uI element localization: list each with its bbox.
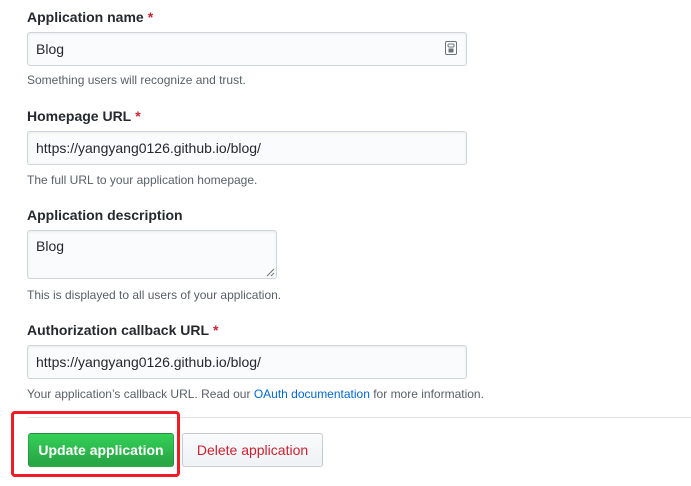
required-mark: *: [213, 322, 219, 338]
callback-url-label-text: Authorization callback URL: [27, 322, 210, 338]
callback-url-label: Authorization callback URL *: [27, 321, 527, 339]
callback-note-prefix: Your application’s callback URL. Read ou…: [27, 387, 254, 401]
form-divider: [27, 417, 691, 418]
oauth-documentation-link[interactable]: OAuth documentation: [254, 387, 370, 401]
password-manager-icon[interactable]: [445, 41, 457, 55]
homepage-url-label-text: Homepage URL: [27, 108, 132, 124]
update-application-button[interactable]: Update application: [28, 433, 174, 467]
app-description-label-text: Application description: [27, 207, 183, 223]
app-name-input[interactable]: [27, 32, 467, 66]
app-name-group: Application name* Something users will r…: [27, 8, 467, 88]
homepage-url-label: Homepage URL *: [27, 107, 467, 125]
oauth-app-settings-form: Application name* Something users will r…: [0, 0, 691, 486]
required-mark: *: [135, 108, 141, 124]
app-description-note: This is displayed to all users of your a…: [27, 288, 282, 302]
callback-url-group: Authorization callback URL* Your applica…: [27, 321, 527, 411]
callback-note-suffix: for more information.: [369, 387, 484, 401]
app-description-group: Application description Blog This is dis…: [27, 206, 467, 306]
homepage-url-group: Homepage URL* The full URL to your appli…: [27, 107, 467, 187]
resize-grip-icon[interactable]: [266, 268, 275, 277]
homepage-url-input[interactable]: [27, 131, 467, 165]
app-description-textarea[interactable]: Blog: [27, 230, 277, 279]
homepage-url-note: The full URL to your application homepag…: [27, 173, 258, 187]
app-name-label: Application name *: [27, 8, 467, 26]
required-mark: *: [147, 9, 154, 25]
callback-url-input[interactable]: [27, 345, 467, 379]
delete-application-button[interactable]: Delete application: [182, 433, 323, 467]
app-name-note: Something users will recognize and trust…: [27, 73, 246, 87]
callback-url-note: Your application’s callback URL. Read ou…: [27, 386, 484, 402]
app-description-label: Application description: [27, 206, 467, 224]
app-name-label-text: Application name: [27, 9, 144, 25]
app-name-field-wrap: [27, 32, 467, 66]
app-description-field-wrap: Blog: [27, 230, 277, 279]
